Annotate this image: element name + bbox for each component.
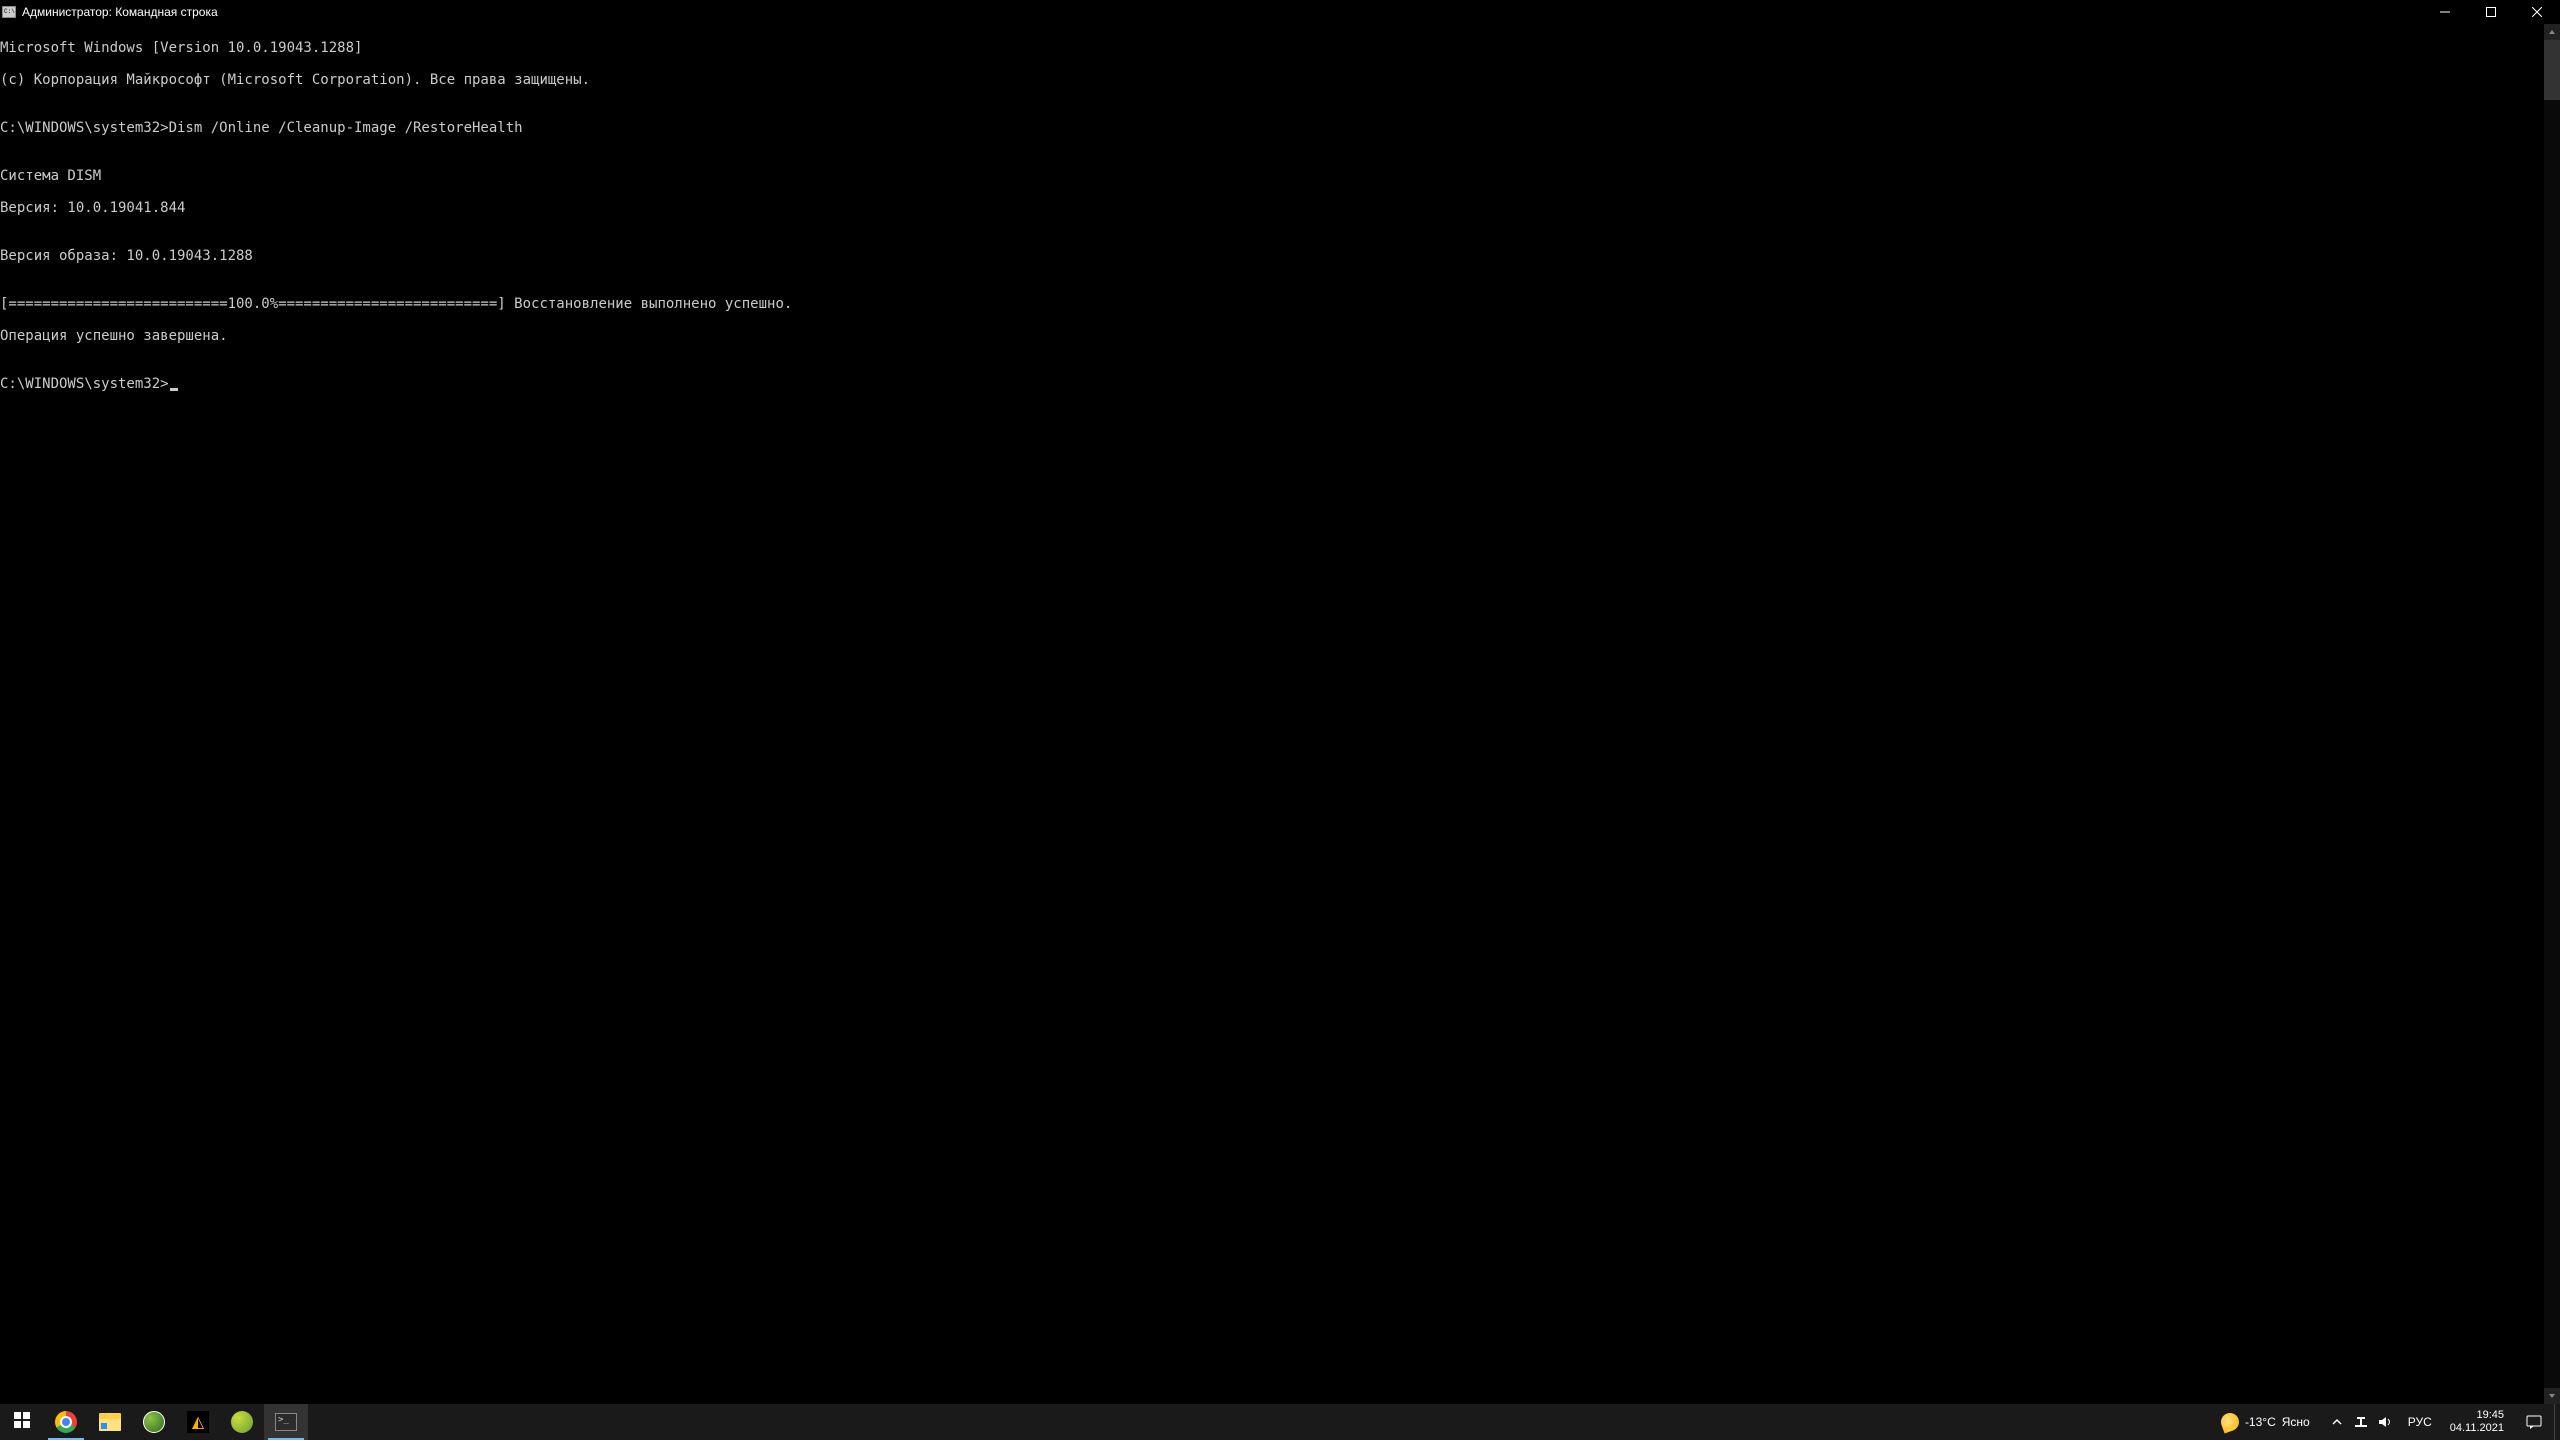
terminal-line: Операция успешно завершена. — [0, 328, 2544, 344]
window-title: Администратор: Командная строка — [22, 5, 218, 19]
scroll-down-button[interactable] — [2544, 1388, 2560, 1404]
taskbar-app-explorer[interactable] — [88, 1404, 132, 1440]
taskbar-app-4[interactable] — [176, 1404, 220, 1440]
clock-date: 04.11.2021 — [2450, 1422, 2504, 1435]
terminal-prompt-line: C:\WINDOWS\system32> — [0, 376, 2544, 392]
cmd-window: Администратор: Командная строка Microsof… — [0, 0, 2560, 1404]
titlebar[interactable]: Администратор: Командная строка — [0, 0, 2560, 24]
app-icon — [231, 1411, 253, 1433]
file-explorer-icon — [99, 1413, 121, 1431]
scrollbar-track[interactable] — [2544, 40, 2560, 1388]
minimize-button[interactable] — [2422, 0, 2468, 24]
terminal-line: (c) Корпорация Майкрософт (Microsoft Cor… — [0, 72, 2544, 88]
window-controls — [2422, 0, 2560, 24]
language-label: РУС — [2408, 1415, 2432, 1429]
close-button[interactable] — [2514, 0, 2560, 24]
cursor — [170, 388, 178, 391]
cmd-icon — [2, 6, 16, 18]
terminal-line: [==========================100.0%=======… — [0, 296, 2544, 312]
maximize-button[interactable] — [2468, 0, 2514, 24]
app-icon — [187, 1411, 209, 1433]
windows-icon — [14, 1412, 30, 1433]
show-desktop-button[interactable] — [2554, 1404, 2560, 1440]
weather-desc: Ясно — [2282, 1415, 2310, 1429]
chevron-up-icon[interactable] — [2330, 1415, 2344, 1429]
cmd-icon — [275, 1413, 297, 1431]
clock-time: 19:45 — [2476, 1409, 2504, 1422]
action-center-button[interactable] — [2514, 1404, 2554, 1440]
terminal-output[interactable]: Microsoft Windows [Version 10.0.19043.12… — [0, 24, 2544, 1404]
clock[interactable]: 19:45 04.11.2021 — [2440, 1404, 2514, 1440]
taskbar-app-cmd[interactable] — [264, 1404, 308, 1440]
taskbar-right: -13°C Ясно РУС 19:45 04.11.2021 — [2209, 1404, 2560, 1440]
terminal-line: C:\WINDOWS\system32>Dism /Online /Cleanu… — [0, 120, 2544, 136]
scroll-up-button[interactable] — [2544, 24, 2560, 40]
taskbar-app-3[interactable] — [132, 1404, 176, 1440]
terminal-line: Версия: 10.0.19041.844 — [0, 200, 2544, 216]
app-icon — [143, 1411, 165, 1433]
volume-icon[interactable] — [2378, 1415, 2392, 1429]
titlebar-left: Администратор: Командная строка — [2, 5, 218, 19]
taskbar-app-5[interactable] — [220, 1404, 264, 1440]
terminal-line: Версия образа: 10.0.19043.1288 — [0, 248, 2544, 264]
vertical-scrollbar[interactable] — [2544, 24, 2560, 1404]
terminal-line: Microsoft Windows [Version 10.0.19043.12… — [0, 40, 2544, 56]
terminal-prompt: C:\WINDOWS\system32> — [0, 376, 169, 392]
weather-temp: -13°C — [2245, 1415, 2276, 1429]
taskbar: -13°C Ясно РУС 19:45 04.11.2021 — [0, 1404, 2560, 1440]
weather-widget[interactable]: -13°C Ясно — [2209, 1404, 2322, 1440]
chrome-icon — [55, 1411, 77, 1433]
moon-icon — [2218, 1410, 2241, 1433]
terminal-line: Cистема DISM — [0, 168, 2544, 184]
taskbar-left — [0, 1404, 308, 1440]
start-button[interactable] — [0, 1404, 44, 1440]
taskbar-app-chrome[interactable] — [44, 1404, 88, 1440]
system-tray — [2322, 1404, 2400, 1440]
scrollbar-thumb[interactable] — [2544, 40, 2560, 100]
notification-icon — [2526, 1414, 2542, 1430]
network-icon[interactable] — [2354, 1415, 2368, 1429]
language-indicator[interactable]: РУС — [2400, 1404, 2440, 1440]
